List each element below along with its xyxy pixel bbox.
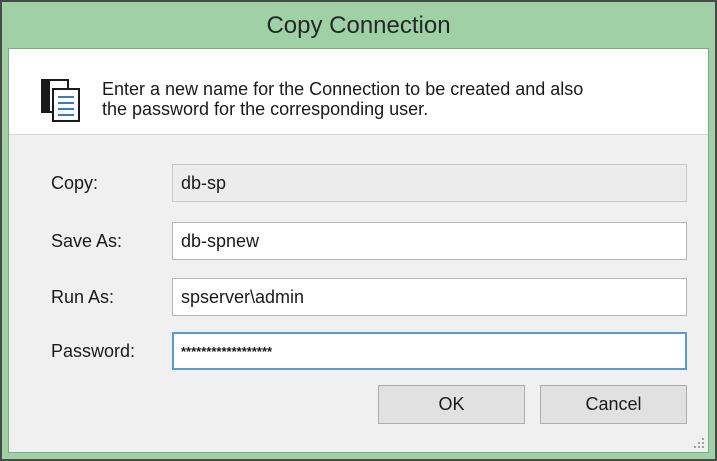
- run-as-field[interactable]: [172, 278, 687, 316]
- document-copy-icon: [41, 79, 80, 122]
- save-as-row: Save As:: [9, 222, 708, 262]
- dialog-body: Enter a new name for the Connection to b…: [8, 48, 709, 453]
- password-row: Password:: [9, 332, 708, 372]
- copy-field: [172, 164, 687, 202]
- save-as-field[interactable]: [172, 222, 687, 260]
- password-label: Password:: [51, 341, 136, 361]
- save-as-label: Save As:: [51, 231, 123, 251]
- password-field[interactable]: [172, 332, 687, 370]
- copy-row: Copy:: [9, 164, 708, 204]
- instruction-line-1: Enter a new name for the Connection to b…: [102, 79, 584, 99]
- copy-connection-dialog: Copy Connection Enter a new name for the…: [0, 0, 717, 461]
- instruction-banner: Enter a new name for the Connection to b…: [9, 49, 708, 135]
- instruction-text: Enter a new name for the Connection to b…: [102, 79, 682, 119]
- instruction-line-2: the password for the corresponding user.: [102, 99, 429, 119]
- dialog-title: Copy Connection: [266, 12, 451, 39]
- ok-button[interactable]: OK: [378, 385, 525, 424]
- resize-grip-icon[interactable]: [692, 436, 706, 450]
- copy-label: Copy:: [51, 173, 99, 193]
- cancel-button[interactable]: Cancel: [540, 385, 687, 424]
- run-as-row: Run As:: [9, 278, 708, 318]
- title-bar[interactable]: Copy Connection: [2, 2, 715, 48]
- run-as-label: Run As:: [51, 287, 115, 307]
